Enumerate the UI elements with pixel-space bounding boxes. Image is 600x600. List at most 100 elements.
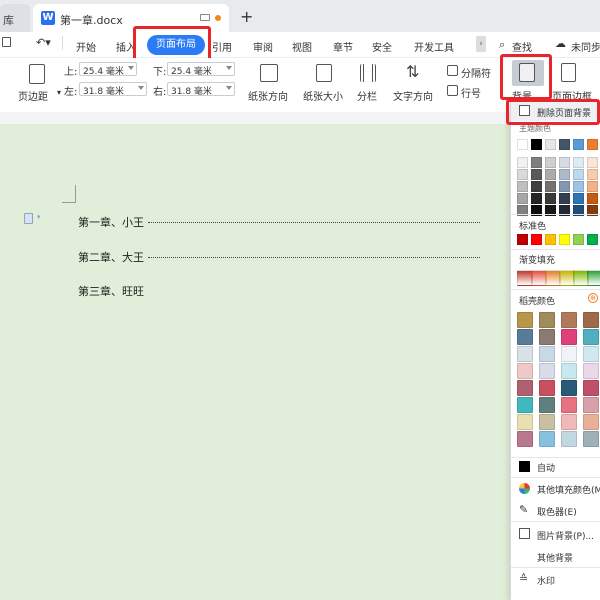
line-number-button[interactable]: 行号 [461, 85, 481, 100]
shell-color-swatch[interactable] [517, 346, 533, 362]
shell-color-swatch[interactable] [583, 431, 599, 447]
text-direction-button[interactable]: 文字方向 [393, 88, 433, 103]
shell-color-swatch[interactable] [539, 380, 555, 396]
picture-background-item[interactable]: 图片背景(P)... [537, 529, 594, 542]
page-border-icon[interactable] [561, 63, 576, 82]
new-tab-button[interactable]: + [240, 7, 253, 26]
shell-color-swatch[interactable] [583, 414, 599, 430]
shell-color-swatch[interactable] [583, 346, 599, 362]
theme-color-swatch[interactable] [545, 169, 556, 180]
theme-color-swatch[interactable] [531, 157, 542, 168]
shell-color-swatch[interactable] [539, 312, 555, 328]
toc-entry-2[interactable]: 第二章、大王 [78, 249, 144, 265]
shell-color-swatch[interactable] [583, 397, 599, 413]
theme-color-swatch[interactable] [517, 181, 528, 192]
other-background-item[interactable]: 其他背景 [537, 551, 573, 564]
separator-button[interactable]: 分隔符 [461, 65, 491, 80]
theme-color-swatch[interactable] [545, 181, 556, 192]
paper-size-icon[interactable] [316, 64, 332, 82]
undo-icon[interactable]: ↶▾ [36, 36, 51, 49]
shell-color-swatch[interactable] [517, 312, 533, 328]
toc-entry-1[interactable]: 第一章、小王 [78, 214, 144, 230]
eyedropper-item[interactable]: 取色器(E) [537, 505, 577, 518]
shell-color-swatch[interactable] [517, 380, 533, 396]
columns-icon[interactable] [360, 64, 376, 82]
theme-color-swatch[interactable] [545, 193, 556, 204]
theme-color-swatch[interactable] [531, 193, 542, 204]
theme-color-swatch[interactable] [587, 193, 598, 204]
theme-color-swatch[interactable] [517, 139, 528, 150]
menu-security[interactable]: 安全 [372, 39, 392, 54]
page-margins-dropdown-icon[interactable]: ▾ [57, 88, 61, 97]
menu-chapter[interactable]: 章节 [333, 39, 353, 54]
shell-color-swatch[interactable] [583, 329, 599, 345]
line-number-icon[interactable] [447, 85, 458, 96]
top-margin-input[interactable]: 25.4 毫米 [79, 62, 137, 77]
page-margins-icon[interactable] [29, 64, 45, 84]
shell-color-swatch[interactable] [539, 414, 555, 430]
theme-color-swatch[interactable] [545, 139, 556, 150]
gradient-fill-swatch[interactable] [587, 270, 600, 286]
shell-color-swatch[interactable] [561, 380, 577, 396]
print-icon[interactable] [2, 37, 11, 47]
shell-color-swatch[interactable] [517, 397, 533, 413]
shell-color-swatch[interactable] [561, 312, 577, 328]
theme-color-swatch[interactable] [531, 181, 542, 192]
menu-scroll-right-icon[interactable]: › [476, 36, 486, 52]
shell-color-swatch[interactable] [561, 363, 577, 379]
menu-references[interactable]: 引用 [212, 39, 232, 54]
standard-color-swatch[interactable] [531, 234, 542, 245]
separator-icon[interactable] [447, 65, 458, 76]
menu-review[interactable]: 审阅 [253, 39, 273, 54]
shell-color-swatch[interactable] [561, 346, 577, 362]
auto-color-swatch[interactable] [519, 461, 530, 472]
standard-color-swatch[interactable] [545, 234, 556, 245]
shell-color-swatch[interactable] [583, 363, 599, 379]
sync-label[interactable]: 未同步 [571, 39, 600, 54]
bottom-margin-input[interactable]: 25.4 毫米 [167, 62, 235, 77]
tab-previous[interactable]: 库 [0, 4, 30, 32]
columns-button[interactable]: 分栏 [357, 88, 377, 103]
shell-color-swatch[interactable] [561, 414, 577, 430]
theme-color-swatch[interactable] [559, 181, 570, 192]
standard-color-swatch[interactable] [587, 234, 598, 245]
shell-color-swatch[interactable] [583, 312, 599, 328]
shell-color-swatch[interactable] [583, 380, 599, 396]
shell-color-swatch[interactable] [517, 414, 533, 430]
theme-color-swatch[interactable] [587, 181, 598, 192]
auto-color-label[interactable]: 自动 [537, 461, 555, 474]
theme-color-swatch[interactable] [573, 169, 584, 180]
theme-color-swatch[interactable] [545, 157, 556, 168]
more-fill-colors-item[interactable]: 其他填充颜色(M) [537, 483, 600, 496]
menu-view[interactable]: 视图 [292, 39, 312, 54]
shell-color-swatch[interactable] [539, 431, 555, 447]
toc-entry-3[interactable]: 第三章、旺旺 [78, 283, 144, 299]
monitor-icon[interactable] [200, 14, 210, 21]
shell-color-swatch[interactable] [561, 431, 577, 447]
paragraph-handle-dropdown-icon[interactable]: ▾ [37, 213, 41, 221]
paragraph-handle-icon[interactable] [24, 213, 33, 224]
theme-color-swatch[interactable] [559, 169, 570, 180]
standard-color-swatch[interactable] [559, 234, 570, 245]
theme-color-swatch[interactable] [517, 193, 528, 204]
text-direction-icon[interactable]: ⇅ [406, 62, 419, 81]
shell-color-swatch[interactable] [517, 329, 533, 345]
standard-color-swatch[interactable] [573, 234, 584, 245]
shell-color-swatch[interactable] [517, 363, 533, 379]
shell-color-swatch[interactable] [517, 431, 533, 447]
theme-color-swatch[interactable] [587, 157, 598, 168]
theme-color-swatch[interactable] [587, 169, 598, 180]
theme-color-swatch[interactable] [573, 139, 584, 150]
theme-color-swatch[interactable] [587, 139, 598, 150]
paper-size-button[interactable]: 纸张大小 [303, 88, 343, 103]
shell-color-swatch[interactable] [561, 397, 577, 413]
menu-start[interactable]: 开始 [76, 39, 96, 54]
theme-color-swatch[interactable] [573, 181, 584, 192]
theme-color-swatch[interactable] [517, 157, 528, 168]
page-margins-button[interactable]: 页边距 [18, 88, 48, 103]
shell-color-swatch[interactable] [539, 346, 555, 362]
shell-color-swatch[interactable] [539, 329, 555, 345]
theme-color-swatch[interactable] [531, 169, 542, 180]
shell-color-swatch[interactable] [539, 363, 555, 379]
watermark-item[interactable]: 水印 [537, 574, 555, 587]
